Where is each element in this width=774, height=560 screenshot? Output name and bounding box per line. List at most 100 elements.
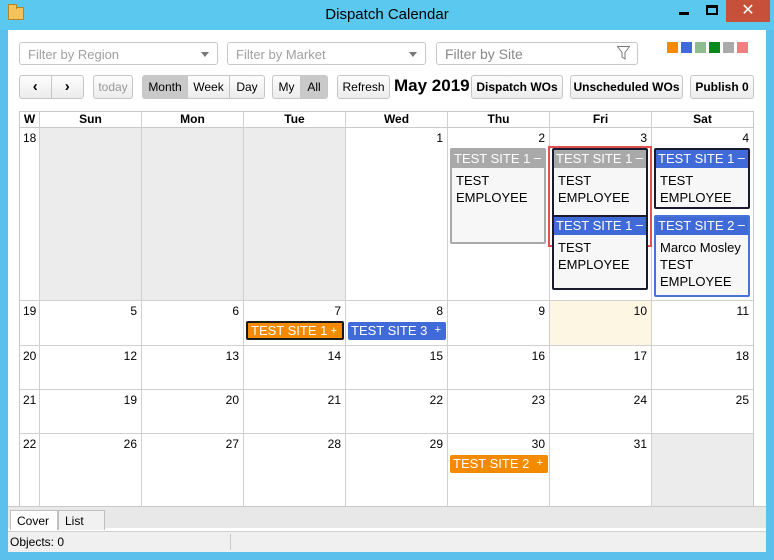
- collapse-icon[interactable]: –: [534, 150, 541, 165]
- funnel-icon[interactable]: [617, 46, 630, 60]
- day-number: 22: [429, 393, 443, 407]
- day-cell-empty[interactable]: [652, 434, 753, 515]
- region-filter-select[interactable]: Filter by Region: [19, 42, 218, 65]
- day-cell-20[interactable]: 20: [142, 390, 244, 434]
- day-cell-22[interactable]: 22: [346, 390, 448, 434]
- tab-list[interactable]: List: [58, 510, 105, 530]
- region-filter-placeholder: Filter by Region: [28, 47, 120, 62]
- collapse-icon[interactable]: –: [738, 217, 745, 232]
- day-number: 8: [436, 304, 443, 318]
- day-cell-18[interactable]: 18: [652, 346, 753, 390]
- color-swatch-grey[interactable]: [723, 42, 734, 53]
- day-cell-empty[interactable]: [244, 128, 346, 301]
- collapse-icon[interactable]: –: [636, 150, 643, 165]
- day-cell-29[interactable]: 29: [346, 434, 448, 515]
- day-number: 31: [633, 437, 647, 451]
- maximize-button[interactable]: [698, 0, 726, 22]
- status-divider: [230, 534, 231, 550]
- day-cell-24[interactable]: 24: [550, 390, 652, 434]
- day-cell-17[interactable]: 17: [550, 346, 652, 390]
- site-filter-input[interactable]: Filter by Site: [436, 42, 638, 65]
- day-cell-14[interactable]: 14: [244, 346, 346, 390]
- event-card[interactable]: TEST SITE 1 – TEST EMPLOYEE: [552, 215, 648, 290]
- day-number: 20: [225, 393, 239, 407]
- dispatch-wos-button[interactable]: Dispatch WOs: [471, 75, 563, 99]
- day-cell-1[interactable]: 1: [346, 128, 448, 301]
- expand-icon[interactable]: +: [435, 324, 441, 336]
- refresh-button[interactable]: Refresh: [337, 75, 390, 99]
- event-bar[interactable]: TEST SITE 3 +: [348, 322, 446, 340]
- color-swatch-pink[interactable]: [737, 42, 748, 53]
- tab-cover[interactable]: Cover: [10, 510, 58, 530]
- next-month-button[interactable]: ›: [52, 76, 83, 98]
- market-filter-placeholder: Filter by Market: [236, 47, 326, 62]
- day-cell-31[interactable]: 31: [550, 434, 652, 515]
- day-number: 6: [232, 304, 239, 318]
- day-number: 2: [538, 131, 545, 145]
- day-number: 19: [123, 393, 137, 407]
- view-month-button[interactable]: Month: [143, 76, 188, 98]
- chevron-right-icon: ›: [64, 78, 70, 95]
- scope-all-button[interactable]: All: [301, 76, 327, 98]
- day-number: 18: [735, 349, 749, 363]
- close-button[interactable]: ✕: [726, 0, 770, 22]
- color-swatch-light-green[interactable]: [695, 42, 706, 53]
- day-number: 14: [327, 349, 341, 363]
- day-cell-empty[interactable]: [40, 128, 142, 301]
- scope-my-button[interactable]: My: [273, 76, 301, 98]
- day-cell-12[interactable]: 12: [40, 346, 142, 390]
- day-cell-6[interactable]: 6: [142, 301, 244, 346]
- day-cell-15[interactable]: 15: [346, 346, 448, 390]
- market-filter-select[interactable]: Filter by Market: [227, 42, 426, 65]
- window-title: Dispatch Calendar: [325, 6, 449, 23]
- day-cell-27[interactable]: 27: [142, 434, 244, 515]
- event-bar[interactable]: TEST SITE 2 +: [450, 455, 548, 473]
- day-cell-21[interactable]: 21: [244, 390, 346, 434]
- publish-button[interactable]: Publish 0: [690, 75, 754, 99]
- week-number-cell: 21: [20, 390, 40, 434]
- day-cell-28[interactable]: 28: [244, 434, 346, 515]
- expand-icon[interactable]: +: [331, 325, 337, 337]
- day-cell-26[interactable]: 26: [40, 434, 142, 515]
- view-week-button[interactable]: Week: [188, 76, 230, 98]
- day-cell-23[interactable]: 23: [448, 390, 550, 434]
- day-cell-25[interactable]: 25: [652, 390, 753, 434]
- event-site-name: TEST SITE 1: [251, 323, 328, 338]
- day-cell-9[interactable]: 9: [448, 301, 550, 346]
- day-number: 29: [429, 437, 443, 451]
- event-employee-line: TEST: [558, 240, 592, 255]
- unscheduled-wos-button[interactable]: Unscheduled WOs: [570, 75, 683, 99]
- today-button[interactable]: today: [93, 75, 133, 99]
- event-card[interactable]: TEST SITE 2 – Marco Mosley TEST EMPLOYEE: [654, 215, 750, 297]
- event-employee-line: Marco Mosley: [660, 240, 741, 255]
- day-cell-5[interactable]: 5: [40, 301, 142, 346]
- event-card[interactable]: TEST SITE 1 – TEST EMPLOYEE: [654, 148, 750, 209]
- event-employee-line: TEST: [660, 257, 694, 272]
- day-cell-16[interactable]: 16: [448, 346, 550, 390]
- day-number: 12: [123, 349, 137, 363]
- event-bar[interactable]: TEST SITE 1 +: [246, 321, 344, 340]
- view-switcher: Month Week Day: [142, 75, 265, 99]
- event-card-header: TEST SITE 1 –: [656, 150, 748, 168]
- day-number: 17: [633, 349, 647, 363]
- minimize-button[interactable]: [670, 0, 698, 22]
- day-cell-30[interactable]: 30: [448, 434, 550, 515]
- collapse-icon[interactable]: –: [738, 150, 745, 165]
- prev-month-button[interactable]: ‹: [20, 76, 52, 98]
- day-cell-10-today[interactable]: 10: [550, 301, 652, 346]
- maximize-icon: [706, 5, 718, 15]
- collapse-icon[interactable]: –: [636, 217, 643, 232]
- view-day-button[interactable]: Day: [230, 76, 264, 98]
- day-cell-11[interactable]: 11: [652, 301, 753, 346]
- day-header-thu: Thu: [448, 112, 550, 128]
- color-swatch-orange[interactable]: [667, 42, 678, 53]
- color-swatch-green[interactable]: [709, 42, 720, 53]
- day-number: 7: [334, 304, 341, 318]
- day-cell-19[interactable]: 19: [40, 390, 142, 434]
- expand-icon[interactable]: +: [537, 457, 543, 469]
- day-header-mon: Mon: [142, 112, 244, 128]
- day-cell-empty[interactable]: [142, 128, 244, 301]
- day-cell-13[interactable]: 13: [142, 346, 244, 390]
- event-card[interactable]: TEST SITE 1 – TEST EMPLOYEE: [450, 148, 546, 244]
- color-swatch-blue[interactable]: [681, 42, 692, 53]
